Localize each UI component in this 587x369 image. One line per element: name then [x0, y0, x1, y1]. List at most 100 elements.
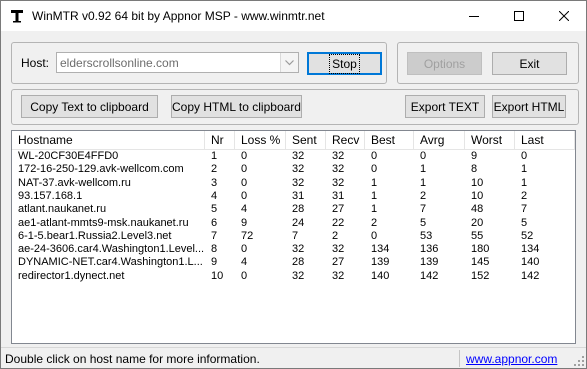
- copy-text-button[interactable]: Copy Text to clipboard: [21, 95, 158, 118]
- table-cell: 4: [241, 256, 248, 269]
- table-cell: 32: [292, 150, 305, 162]
- table-cell: 4: [211, 189, 218, 202]
- hostname-cell: DYNAMIC-NET.car4.Washington1.L...: [18, 256, 203, 269]
- table-cell: 139: [371, 256, 390, 269]
- maximize-button[interactable]: [496, 1, 541, 31]
- table-cell: 5: [521, 216, 528, 229]
- minimize-button[interactable]: [451, 1, 496, 31]
- host-dropdown-button[interactable]: [280, 53, 298, 72]
- exit-button-label: Exit: [519, 56, 540, 71]
- table-cell: 22: [332, 216, 345, 229]
- table-cell: 1: [521, 163, 528, 176]
- table-row[interactable]: ae-24-3606.car4.Washington1.Level... 8 0 32…: [12, 243, 575, 256]
- table-cell: 1: [371, 176, 378, 189]
- status-bar: Double click on host name for more infor…: [1, 347, 586, 368]
- table-cell: 55: [471, 229, 484, 242]
- table-cell: 0: [420, 150, 427, 162]
- hostname-cell: ae-24-3606.car4.Washington1.Level...: [18, 243, 205, 256]
- table-cell: 5: [420, 216, 427, 229]
- table-cell: 1: [211, 150, 218, 162]
- column-header-last[interactable]: Last: [515, 131, 575, 149]
- table-row[interactable]: atlant.naukanet.ru 5 4 28 27 1 7 48 7: [12, 203, 575, 216]
- table-row[interactable]: 93.157.168.1 4 0 31 31 1 2 10 2: [12, 190, 575, 203]
- export-html-button-label: Export HTML: [493, 99, 565, 114]
- winmtr-app-icon: [11, 10, 23, 23]
- chevron-down-icon: [285, 59, 294, 65]
- table-row[interactable]: 172-16-250-129.avk-wellcom.com 2 0 32 32 0 1 8 1: [12, 163, 575, 176]
- maximize-icon: [513, 11, 524, 21]
- table-cell: 134: [521, 243, 540, 256]
- column-header-nr[interactable]: Nr: [205, 131, 235, 149]
- table-cell: 4: [241, 203, 248, 216]
- table-cell: 32: [332, 163, 345, 176]
- table-cell: 28: [292, 256, 305, 269]
- table-cell: 142: [521, 269, 540, 282]
- table-row[interactable]: NAT-37.avk-wellcom.ru 3 0 32 32 1 1 10 1: [12, 177, 575, 190]
- table-cell: 32: [292, 163, 305, 176]
- stop-button-label: Stop: [329, 53, 360, 74]
- table-row[interactable]: WL-20CF30E4FFD0 1 0 32 32 0 0 9 0: [12, 150, 575, 163]
- column-header-avrg[interactable]: Avrg: [414, 131, 465, 149]
- hostname-cell: atlant.naukanet.ru: [18, 203, 107, 216]
- close-button[interactable]: [541, 1, 586, 31]
- host-combobox[interactable]: elderscrollsonline.com: [56, 52, 299, 73]
- table-cell: 2: [332, 229, 339, 242]
- column-header-worst[interactable]: Worst: [465, 131, 515, 149]
- table-cell: 7: [521, 203, 528, 216]
- hostname-cell: NAT-37.avk-wellcom.ru: [18, 176, 131, 189]
- window-title: WinMTR v0.92 64 bit by Appnor MSP - www.…: [32, 9, 325, 23]
- table-cell: 0: [371, 163, 378, 176]
- trace-results-table[interactable]: Hostname Nr Loss % Sent Recv Best Avrg Worst Las…: [11, 130, 576, 344]
- table-cell: 27: [332, 256, 345, 269]
- export-html-button[interactable]: Export HTML: [492, 95, 566, 118]
- table-cell: 24: [292, 216, 305, 229]
- options-button-label: Options: [423, 56, 466, 71]
- table-cell: 7: [420, 203, 427, 216]
- table-cell: 31: [332, 189, 345, 202]
- copy-html-button[interactable]: Copy HTML to clipboard: [171, 95, 302, 118]
- column-header-recv[interactable]: Recv: [326, 131, 365, 149]
- resize-grip-icon[interactable]: [573, 355, 585, 367]
- table-cell: 0: [521, 150, 528, 162]
- table-cell: 20: [471, 216, 484, 229]
- table-cell: 7: [211, 229, 218, 242]
- stop-button[interactable]: Stop: [307, 52, 382, 75]
- table-cell: 136: [420, 243, 439, 256]
- table-cell: 32: [292, 176, 305, 189]
- table-cell: 152: [471, 269, 490, 282]
- column-header-best[interactable]: Best: [365, 131, 414, 149]
- table-cell: 2: [371, 216, 378, 229]
- export-text-button[interactable]: Export TEXT: [405, 95, 485, 118]
- table-row[interactable]: DYNAMIC-NET.car4.Washington1.L... 9 4 28 27 1…: [12, 256, 575, 269]
- copy-text-button-label: Copy Text to clipboard: [30, 99, 149, 114]
- table-cell: 72: [241, 229, 254, 242]
- minimize-icon: [468, 16, 479, 17]
- host-value: elderscrollsonline.com: [60, 56, 179, 70]
- table-cell: 52: [521, 229, 534, 242]
- table-cell: 8: [211, 243, 218, 256]
- table-row[interactable]: redirector1.dynect.net 10 0 32 32 140 142 152 14…: [12, 270, 575, 283]
- table-cell: 10: [471, 176, 484, 189]
- column-header-sent[interactable]: Sent: [286, 131, 326, 149]
- table-row[interactable]: ae1-atlant-mmts9-msk.naukanet.ru 6 9 24 22 2 5…: [12, 217, 575, 230]
- column-header-loss[interactable]: Loss %: [235, 131, 286, 149]
- table-cell: 2: [521, 189, 528, 202]
- title-bar[interactable]: WinMTR v0.92 64 bit by Appnor MSP - www.…: [1, 1, 586, 31]
- table-cell: 32: [332, 269, 345, 282]
- table-cell: 0: [371, 150, 378, 162]
- copy-html-button-label: Copy HTML to clipboard: [172, 99, 301, 114]
- table-header: Hostname Nr Loss % Sent Recv Best Avrg Worst Las…: [12, 131, 575, 150]
- options-button[interactable]: Options: [407, 52, 482, 75]
- exit-button[interactable]: Exit: [492, 52, 567, 75]
- table-cell: 1: [420, 176, 427, 189]
- table-cell: 27: [332, 203, 345, 216]
- status-separator: [459, 350, 460, 367]
- column-header-hostname[interactable]: Hostname: [12, 131, 205, 149]
- table-cell: 140: [521, 256, 540, 269]
- table-cell: 1: [420, 163, 427, 176]
- table-cell: 0: [371, 229, 378, 242]
- table-cell: 32: [332, 150, 345, 162]
- table-row[interactable]: 6-1-5.bear1.Russia2.Level3.net 7 72 7 2 0 53 55…: [12, 230, 575, 243]
- appnor-link[interactable]: www.appnor.com: [466, 352, 557, 366]
- table-cell: 180: [471, 243, 490, 256]
